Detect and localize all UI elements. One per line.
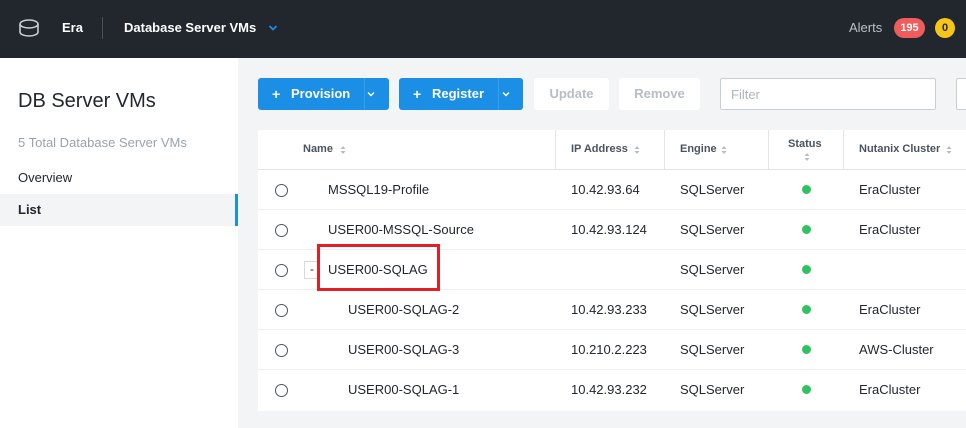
status-indicator [802, 305, 811, 314]
vm-engine: SQLServer [680, 302, 745, 317]
status-indicator [802, 385, 811, 394]
top-bar: Era Database Server VMs Alerts 195 0 [0, 0, 966, 58]
vm-name[interactable]: USER00-SQLAG-3 [348, 342, 459, 357]
vm-ip-address: 10.42.93.124 [571, 222, 647, 237]
table-row[interactable]: USER00-SQLAG-2 10.42.93.233 SQLServer Er… [258, 290, 966, 330]
breadcrumb-dropdown[interactable]: Database Server VMs [124, 20, 256, 35]
table-header: Name IP Address Engine Status Nutanix Cl… [258, 130, 966, 170]
highlight-annotation [317, 244, 440, 291]
vm-engine: SQLServer [680, 182, 745, 197]
column-header-ip-address[interactable]: IP Address [571, 130, 665, 170]
filter-input[interactable] [720, 78, 936, 110]
chevron-down-icon[interactable] [502, 90, 510, 98]
provision-button[interactable]: + Provision [258, 78, 389, 110]
column-header-name[interactable]: Name [303, 130, 555, 170]
vm-name[interactable]: USER00-MSSQL-Source [328, 222, 474, 237]
plus-icon: + [272, 86, 281, 102]
update-button[interactable]: Update [534, 78, 609, 110]
alerts-label[interactable]: Alerts [849, 20, 882, 35]
vm-engine: SQLServer [680, 382, 745, 397]
vm-name[interactable]: USER00-SQLAG-1 [348, 382, 459, 397]
vm-cluster: AWS-Cluster [859, 342, 934, 357]
status-indicator [802, 265, 811, 274]
column-header-engine[interactable]: Engine [680, 130, 768, 170]
row-select-radio[interactable] [275, 184, 288, 197]
sort-icon[interactable] [721, 145, 727, 155]
vm-ip-address: 10.42.93.233 [571, 302, 647, 317]
vm-engine: SQLServer [680, 342, 745, 357]
sort-icon[interactable] [634, 145, 640, 155]
vm-name[interactable]: USER00-SQLAG-2 [348, 302, 459, 317]
chevron-down-icon[interactable] [267, 22, 279, 34]
vm-cluster: EraCluster [859, 222, 921, 237]
sidebar-item-list[interactable]: List [0, 194, 238, 226]
column-separator [555, 130, 556, 170]
remove-button[interactable]: Remove [619, 78, 700, 110]
button-divider [498, 78, 499, 110]
table-row[interactable]: USER00-SQLAG-3 10.210.2.223 SQLServer AW… [258, 330, 966, 370]
provision-label: Provision [291, 86, 351, 101]
sort-icon[interactable] [804, 152, 810, 162]
column-separator [843, 130, 844, 170]
status-indicator [802, 185, 811, 194]
header-divider [102, 17, 103, 39]
warnings-count-badge[interactable]: 0 [935, 18, 955, 38]
vm-ip-address: 10.210.2.223 [571, 342, 647, 357]
app-name[interactable]: Era [62, 20, 83, 35]
row-select-radio[interactable] [275, 344, 288, 357]
toolbar-extra-button[interactable] [956, 78, 966, 110]
button-divider [364, 78, 365, 110]
sort-icon[interactable] [946, 145, 952, 155]
status-indicator [802, 225, 811, 234]
column-separator [664, 130, 665, 170]
vm-ip-address: 10.42.93.232 [571, 382, 647, 397]
vm-engine: SQLServer [680, 222, 745, 237]
column-header-status[interactable]: Status [788, 130, 834, 170]
row-select-radio[interactable] [275, 264, 288, 277]
column-separator [768, 130, 769, 170]
page-title: DB Server VMs [18, 90, 156, 112]
register-label: Register [432, 86, 485, 101]
column-header-nutanix-cluster[interactable]: Nutanix Cluster [859, 130, 966, 170]
vm-name[interactable]: MSSQL19-Profile [328, 182, 429, 197]
vm-cluster: EraCluster [859, 182, 921, 197]
chevron-down-icon[interactable] [367, 90, 375, 98]
sidebar-item-overview[interactable]: Overview [0, 162, 238, 194]
vm-cluster: EraCluster [859, 302, 921, 317]
era-logo-icon[interactable] [18, 17, 40, 39]
table-row[interactable]: MSSQL19-Profile 10.42.93.64 SQLServer Er… [258, 170, 966, 210]
table-row[interactable]: USER00-SQLAG-1 10.42.93.232 SQLServer Er… [258, 370, 966, 410]
register-button[interactable]: + Register [399, 78, 523, 110]
row-select-radio[interactable] [275, 224, 288, 237]
status-indicator [802, 345, 811, 354]
alerts-count-badge[interactable]: 195 [894, 18, 925, 38]
vm-count-summary: 5 Total Database Server VMs [18, 135, 187, 150]
vm-engine: SQLServer [680, 262, 745, 277]
row-select-radio[interactable] [275, 304, 288, 317]
sidebar: DB Server VMs 5 Total Database Server VM… [0, 58, 238, 428]
vm-cluster: EraCluster [859, 382, 921, 397]
plus-icon: + [413, 86, 422, 102]
row-select-radio[interactable] [275, 384, 288, 397]
sort-icon[interactable] [340, 145, 346, 155]
vm-ip-address: 10.42.93.64 [571, 182, 640, 197]
